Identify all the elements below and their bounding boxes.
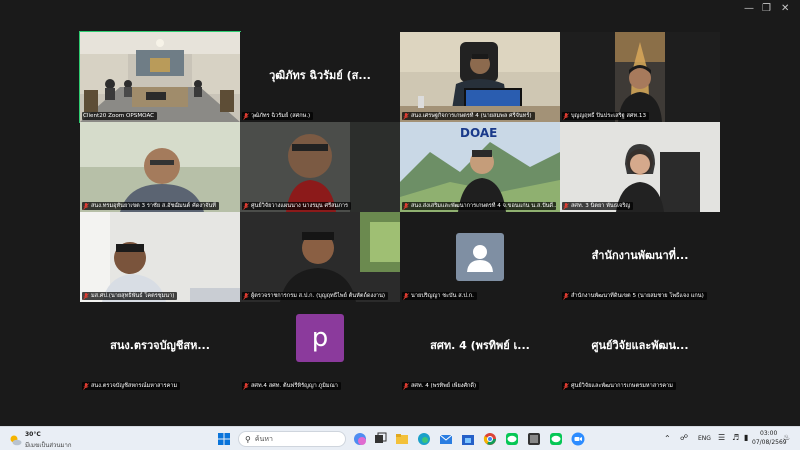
task-view-icon[interactable] bbox=[372, 431, 388, 447]
volume-icon[interactable]: ♬ bbox=[732, 433, 739, 442]
video-tile[interactable]: p สศท.4 สศท. ต้นฟรีหิรัญญา ภูมิมณา bbox=[240, 302, 400, 392]
close-icon[interactable]: ✕ bbox=[781, 4, 789, 14]
participant-name-label: สำนักงานพัฒนาที่ดินเขต 5 (นายสมชาย โพธิ์… bbox=[562, 292, 707, 300]
mic-muted-icon bbox=[403, 292, 409, 300]
store-icon[interactable] bbox=[460, 431, 476, 447]
office-video bbox=[400, 32, 560, 122]
participant-name-label: สนง.เศรษฐกิจการเกษตรที่ 4 (นายสมพล ศรีจั… bbox=[402, 112, 535, 120]
mic-muted-icon bbox=[243, 202, 249, 210]
video-tile[interactable]: มส.ศป.(นายสุทธิพันธ์ โคตรชุมนา) bbox=[80, 212, 240, 302]
participant-name-label: สศท. 3 นิตยา พันธเจริญ bbox=[562, 202, 634, 210]
mic-muted-icon bbox=[243, 292, 249, 300]
edge-icon[interactable] bbox=[416, 431, 432, 447]
user-silhouette-icon bbox=[467, 245, 493, 272]
participant-name-label: ศูนย์วิจัยและพัฒนาการเกษตรมหาสารคาม bbox=[562, 382, 676, 390]
participant-name-label: นายปริญญา ชะบัน ส.ป.ก. bbox=[402, 292, 477, 300]
weather-temperature: 30°C bbox=[25, 431, 41, 438]
participant-name-label: มส.ศป.(นายสุทธิพันธ์ โคตรชุมนา) bbox=[82, 292, 178, 300]
video-tile[interactable]: สศท. 3 นิตยา พันธเจริญ bbox=[560, 122, 720, 212]
mic-muted-icon bbox=[83, 292, 89, 300]
participant-video bbox=[560, 122, 720, 212]
windows-taskbar: 30°C มีเมฆเป็นส่วนมาก ⚲ ค้นหา ⌃ ☍ ENG ☰ … bbox=[0, 426, 800, 450]
participant-display-name: วุฒิภัทร ฉิวรัมย์ (ส... bbox=[269, 69, 371, 82]
taskbar-search-box[interactable]: ⚲ ค้นหา bbox=[238, 431, 346, 447]
participant-name-label: สนง.ตรวจบัญชีสหกรณ์มหาสารคาม bbox=[82, 382, 181, 390]
line-icon[interactable] bbox=[504, 431, 520, 447]
mic-muted-icon bbox=[243, 112, 249, 120]
meeting-room-video bbox=[80, 32, 240, 122]
weather-icon[interactable] bbox=[8, 432, 22, 446]
participant-display-name: สำนักงานพัฒนาที่... bbox=[591, 249, 689, 262]
mic-muted-icon bbox=[563, 292, 569, 300]
participant-name-label: สศท. 4 (พรทิพย์ เพียงศักดิ์) bbox=[402, 382, 480, 390]
video-tile[interactable]: สนง.ตรวจบัญชีสห... สนง.ตรวจบัญชีสหกรณ์มห… bbox=[80, 302, 240, 392]
mic-muted-icon bbox=[403, 202, 409, 210]
participant-name-label: บุญญฤทธิ์ ปิ่นประเสริฐ สศท.13 bbox=[562, 112, 650, 120]
chevron-up-icon[interactable]: ⌃ bbox=[664, 434, 671, 443]
wifi-icon[interactable]: ☰ bbox=[718, 433, 725, 442]
mic-muted-icon bbox=[563, 202, 569, 210]
video-tile[interactable]: วุฒิภัทร ฉิวรัมย์ (ส... วุฒิภัทร ฉิวรัมย… bbox=[240, 32, 400, 122]
car-interior-video bbox=[240, 212, 400, 302]
letter-avatar: p bbox=[296, 314, 344, 362]
app-icon[interactable] bbox=[526, 431, 542, 447]
participant-display-name: สศท. 4 (พรทิพย์ เ... bbox=[430, 339, 530, 352]
mic-muted-icon bbox=[83, 382, 89, 390]
participant-video bbox=[240, 122, 400, 212]
mic-muted-icon bbox=[563, 382, 569, 390]
default-avatar bbox=[456, 233, 504, 281]
video-tile[interactable]: ศูนย์วิจัยและพัฒน... ศูนย์วิจัยและพัฒนาก… bbox=[560, 302, 720, 392]
copilot-icon[interactable] bbox=[352, 431, 368, 447]
participant-display-name: ศูนย์วิจัยและพัฒน... bbox=[591, 339, 689, 352]
participant-display-name: สนง.ตรวจบัญชีสห... bbox=[110, 339, 210, 352]
file-explorer-icon[interactable] bbox=[394, 431, 410, 447]
video-tile[interactable]: DOAE สนง.ส่งเสริมและพัฒนาการเกษตรที่ 4 จ… bbox=[400, 122, 560, 212]
mic-muted-icon bbox=[403, 382, 409, 390]
participant-name-label: Client20 Zoom OPSMOAC bbox=[82, 112, 158, 120]
participant-name-label: วุฒิภัทร ฉิวรัมย์ (สศกษ.) bbox=[242, 112, 314, 120]
video-tile[interactable]: สศท. 4 (พรทิพย์ เ... สศท. 4 (พรทิพย์ เพี… bbox=[400, 302, 560, 392]
participant-video bbox=[80, 212, 240, 302]
battery-icon[interactable]: ▮ bbox=[744, 433, 748, 442]
zoom-icon[interactable] bbox=[570, 431, 586, 447]
participant-video bbox=[80, 122, 240, 212]
network-icon[interactable]: ☍ bbox=[680, 433, 688, 442]
participant-name-label: สนง.ทรมอุทันยาเขต 3 ราชั่ย ส.อัชฌิมนต์ ค… bbox=[82, 202, 219, 210]
video-tile[interactable]: ศูนย์วิจัยวางแผนนาง นางรมุน ศรีสมภาร bbox=[240, 122, 400, 212]
minimize-icon[interactable]: — bbox=[744, 4, 754, 14]
video-tile[interactable]: Client20 Zoom OPSMOAC bbox=[79, 31, 241, 123]
notification-bell-icon[interactable]: ♨ bbox=[783, 433, 790, 442]
virtual-background-video bbox=[560, 32, 720, 122]
video-tile[interactable]: บุญญฤทธิ์ ปิ่นประเสริฐ สศท.13 bbox=[560, 32, 720, 122]
video-tile[interactable]: สำนักงานพัฒนาที่... สำนักงานพัฒนาที่ดินเ… bbox=[560, 212, 720, 302]
clock-time[interactable]: 03:00 bbox=[760, 430, 777, 437]
video-tile[interactable]: นายปริญญา ชะบัน ส.ป.ก. bbox=[400, 212, 560, 302]
video-tile[interactable]: สนง.เศรษฐกิจการเกษตรที่ 4 (นายสมพล ศรีจั… bbox=[400, 32, 560, 122]
mail-icon[interactable] bbox=[438, 431, 454, 447]
weather-description: มีเมฆเป็นส่วนมาก bbox=[25, 442, 72, 449]
mic-muted-icon bbox=[403, 112, 409, 120]
mic-muted-icon bbox=[243, 382, 249, 390]
mic-muted-icon bbox=[83, 202, 89, 210]
clock-date[interactable]: 07/08/2569 bbox=[752, 439, 787, 446]
zoom-meeting-window: — ❐ ✕ Client20 Zoom OPSMOAC วุฒิภัทร ฉิว… bbox=[0, 0, 800, 450]
search-placeholder: ค้นหา bbox=[254, 434, 273, 443]
language-indicator[interactable]: ENG bbox=[698, 435, 711, 442]
windows-start-icon[interactable] bbox=[216, 431, 232, 447]
line-icon[interactable] bbox=[548, 431, 564, 447]
video-tile[interactable]: สนง.ทรมอุทันยาเขต 3 ราชั่ย ส.อัชฌิมนต์ ค… bbox=[80, 122, 240, 212]
participant-name-label: สศท.4 สศท. ต้นฟรีหิรัญญา ภูมิมณา bbox=[242, 382, 341, 390]
participant-name-label: ผู้ตรวจราชการกรม ส.ป.ก. (บุญฤทธิ์ไพย์ ต้… bbox=[242, 292, 389, 300]
participant-name-label: ศูนย์วิจัยวางแผนนาง นางรมุน ศรีสมภาร bbox=[242, 202, 352, 210]
search-icon: ⚲ bbox=[245, 434, 251, 444]
restore-icon[interactable]: ❐ bbox=[762, 4, 771, 14]
mic-muted-icon bbox=[563, 112, 569, 120]
doae-logo: DOAE bbox=[460, 126, 498, 140]
chrome-icon[interactable] bbox=[482, 431, 498, 447]
video-tile[interactable]: ผู้ตรวจราชการกรม ส.ป.ก. (บุญฤทธิ์ไพย์ ต้… bbox=[240, 212, 400, 302]
participant-name-label: สนง.ส่งเสริมและพัฒนาการเกษตรที่ 4 จ.ขอนแ… bbox=[402, 202, 556, 210]
